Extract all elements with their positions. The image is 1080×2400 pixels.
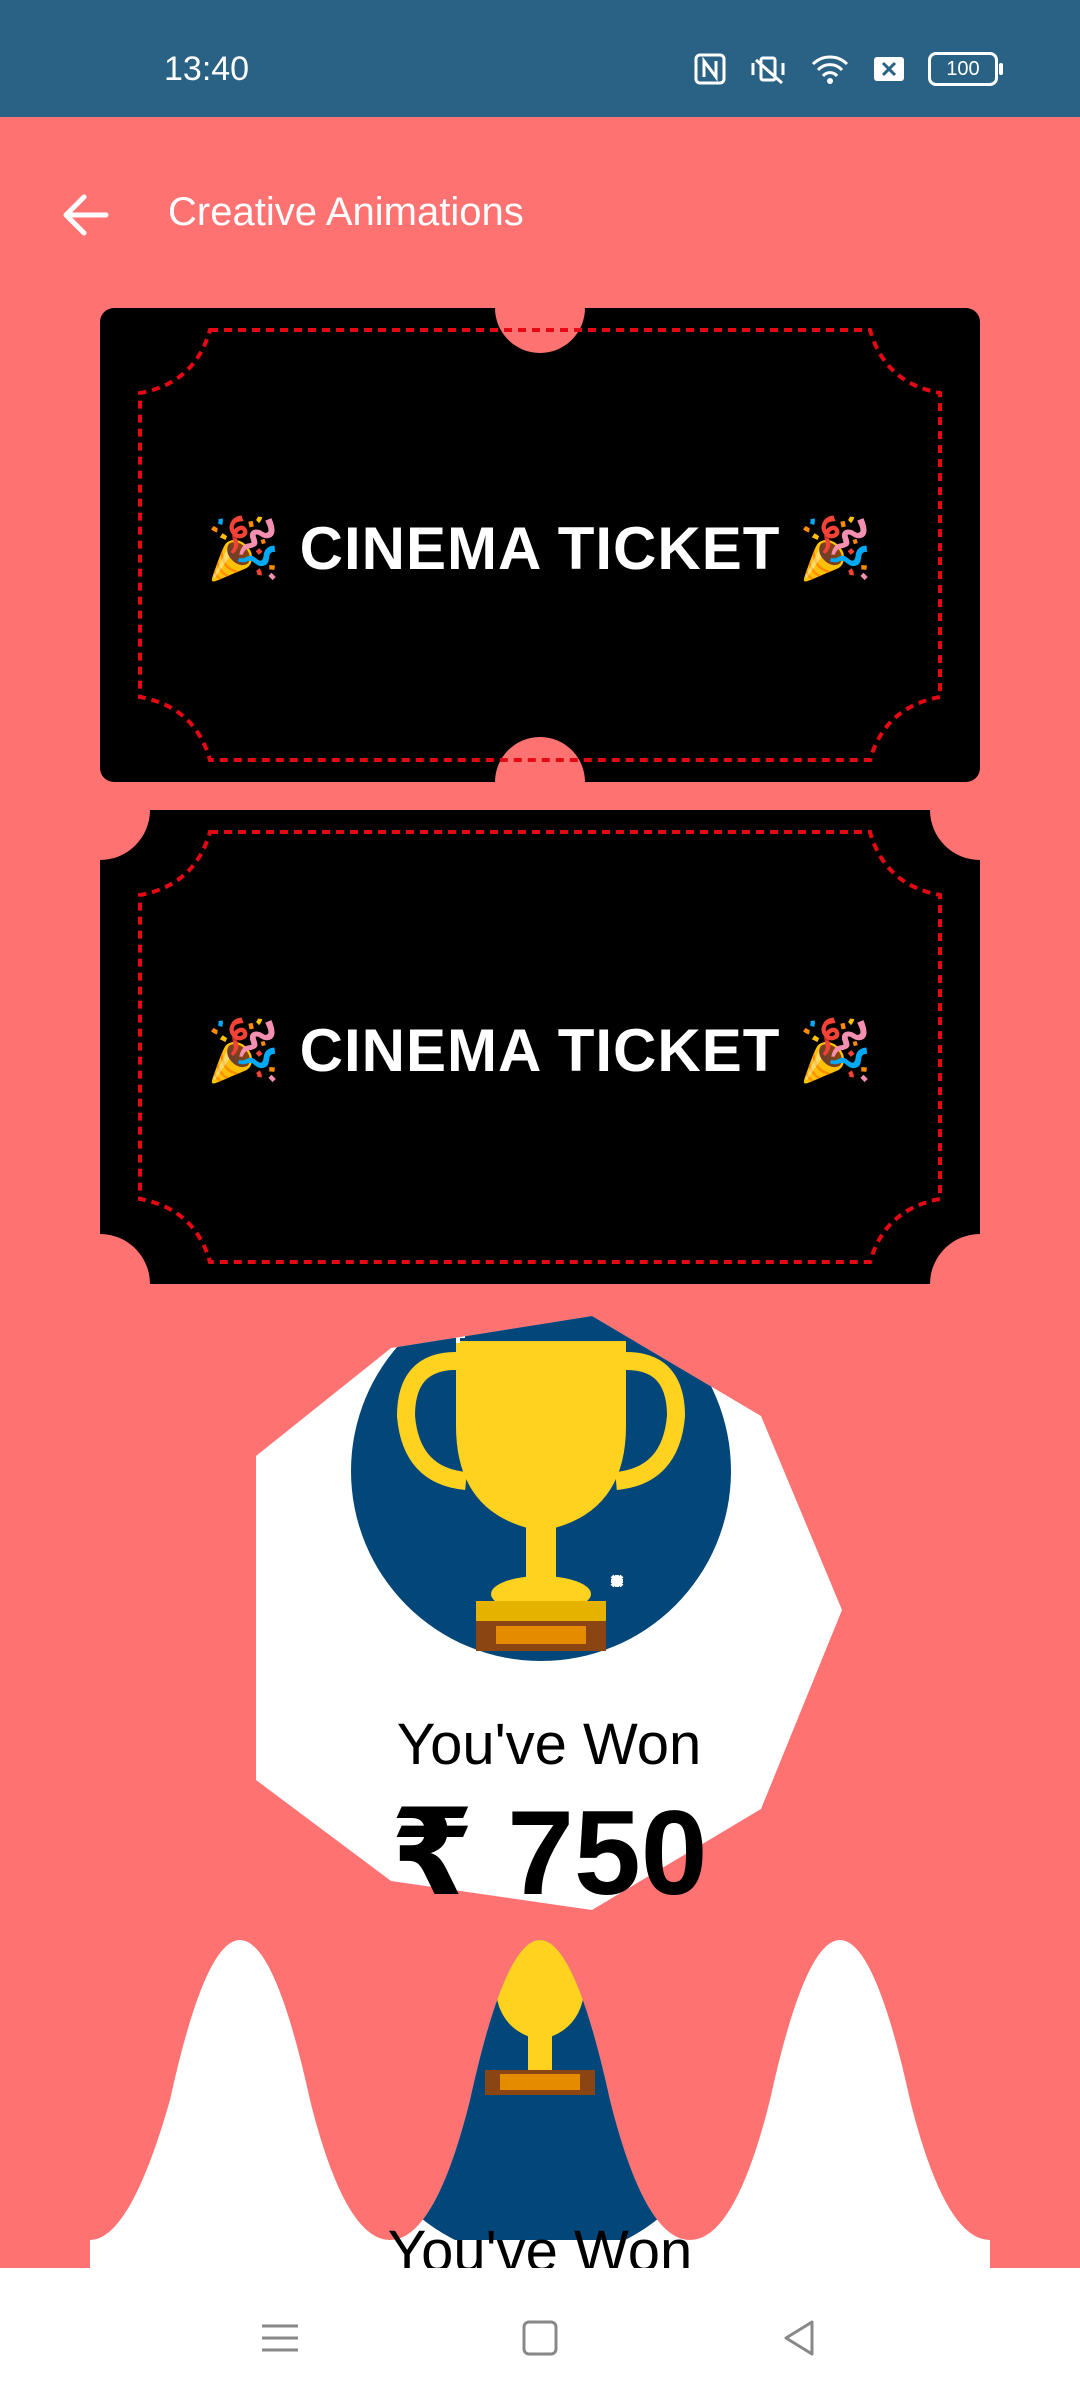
menu-icon[interactable] (250, 2308, 310, 2368)
vibrate-off-icon (748, 53, 788, 85)
cinema-ticket[interactable]: 🎉 CINEMA TICKET 🎉 (100, 308, 980, 782)
navigation-bar (0, 2268, 1080, 2400)
wave-prize-card[interactable]: You've Won (90, 1940, 990, 2284)
ticket-label: 🎉 CINEMA TICKET 🎉 (206, 1017, 874, 1084)
status-time: 13:40 (164, 50, 250, 88)
status-icons: 100 (694, 52, 1003, 86)
prize-card[interactable]: You've Won ₹ 750 (256, 1316, 842, 1920)
status-bar: 13:40 100 (0, 0, 1080, 117)
prize-title: You've Won (396, 1712, 702, 1777)
prize-amount: ₹ 750 (390, 1786, 708, 1920)
arrow-left-icon[interactable] (56, 185, 116, 245)
ticket-label: 🎉 CINEMA TICKET 🎉 (206, 515, 874, 582)
page-title: Creative Animations (168, 190, 524, 234)
nfc-icon (694, 53, 726, 85)
wifi-icon (810, 53, 850, 85)
sim-off-icon (872, 54, 906, 84)
battery-icon: 100 (928, 52, 1003, 86)
back-icon[interactable] (770, 2308, 830, 2368)
cinema-ticket[interactable]: 🎉 CINEMA TICKET 🎉 (100, 810, 980, 1284)
home-icon[interactable] (510, 2308, 570, 2368)
